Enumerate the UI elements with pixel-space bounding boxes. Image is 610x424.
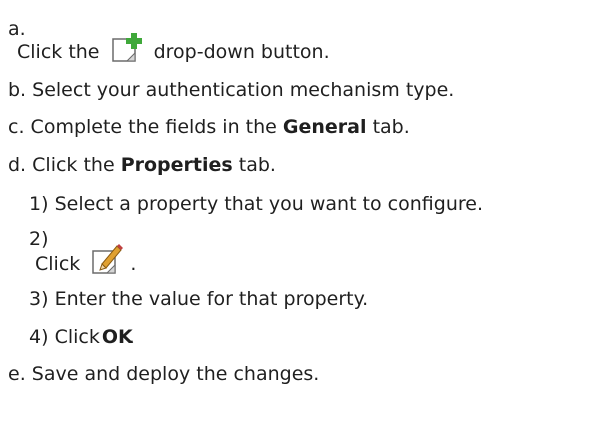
step-e-text: Save and deploy the changes.	[31, 363, 320, 385]
substep-4: 4) Click OK.	[29, 326, 135, 348]
substep-2: 2) Click .	[29, 228, 137, 281]
substep-4-marker: 4)	[29, 326, 49, 348]
substep-3-marker: 3)	[29, 288, 49, 310]
substep-4-text-before: Click	[54, 326, 100, 348]
step-d-marker: d.	[8, 154, 27, 176]
step-d-text-after: tab.	[238, 154, 276, 176]
step-d: d. Click the Properties tab.	[8, 154, 276, 176]
instruction-steps: { "steps": { "a": { "marker": "a.", "tex…	[0, 0, 610, 424]
step-b-text: Select your authentication mechanism typ…	[32, 79, 455, 101]
substep-2-marker: 2)	[29, 228, 49, 250]
substep-1-text: Select a property that you want to confi…	[54, 193, 483, 215]
step-e-marker: e.	[8, 363, 26, 385]
substep-2-text-after: .	[130, 253, 137, 275]
step-a-marker: a.	[8, 18, 26, 40]
substep-2-text-before: Click	[35, 253, 81, 275]
step-c-text-before: Complete the fields in the	[30, 116, 277, 138]
step-e: e. Save and deploy the changes.	[8, 363, 319, 385]
step-a-text-after: drop-down button.	[153, 41, 330, 63]
step-a: a. Click the drop-down button.	[8, 18, 330, 69]
substep-3-text: Enter the value for that property.	[54, 288, 369, 310]
edit-document-icon[interactable]	[90, 242, 124, 281]
step-c-bold: General	[282, 116, 367, 138]
substep-1-marker: 1)	[29, 193, 49, 215]
step-a-text-before: Click the	[17, 41, 100, 63]
step-b-marker: b.	[8, 79, 27, 101]
add-document-icon[interactable]	[110, 32, 144, 69]
step-c: c. Complete the fields in the General ta…	[8, 116, 410, 138]
step-d-bold: Properties	[120, 154, 233, 176]
step-d-text-before: Click the	[32, 154, 115, 176]
substep-4-text-after: .	[128, 326, 135, 348]
step-c-marker: c.	[8, 116, 25, 138]
substep-3: 3) Enter the value for that property.	[29, 288, 368, 310]
step-b: b. Select your authentication mechanism …	[8, 79, 454, 101]
step-c-text-after: tab.	[372, 116, 410, 138]
substep-1: 1) Select a property that you want to co…	[29, 193, 483, 215]
